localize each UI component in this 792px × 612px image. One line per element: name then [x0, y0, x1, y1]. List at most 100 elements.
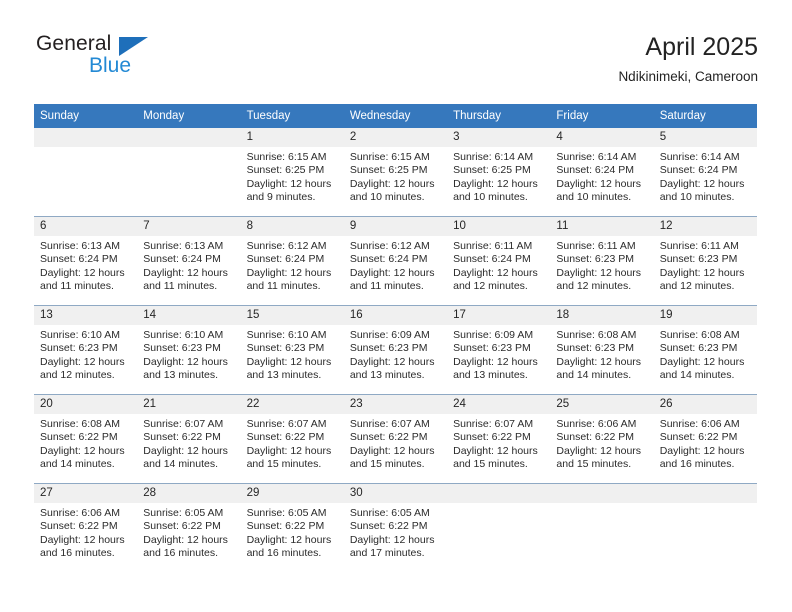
calendar-cell[interactable]: 13 Sunrise: 6:10 AM Sunset: 6:23 PM Dayligh…	[34, 305, 138, 395]
daylight-text-line1: Daylight: 12 hours	[40, 533, 125, 546]
daylight-text-line2: and 14 minutes.	[40, 458, 115, 471]
daylight-text-line1: Daylight: 12 hours	[246, 355, 332, 368]
day-cell: 22 Sunrise: 6:07 AM Sunset: 6:22 PM Dayligh…	[240, 395, 344, 483]
calendar-cell[interactable]	[550, 483, 654, 572]
calendar-cell[interactable]	[137, 128, 241, 217]
day-cell-empty	[34, 128, 138, 216]
calendar-cell[interactable]: 19 Sunrise: 6:08 AM Sunset: 6:23 PM Dayligh…	[653, 305, 757, 395]
calendar-cell[interactable]: 21 Sunrise: 6:07 AM Sunset: 6:22 PM Dayligh…	[137, 394, 241, 484]
sunset-text: Sunset: 6:23 PM	[246, 342, 325, 355]
sunrise-text: Sunrise: 6:11 AM	[453, 240, 533, 252]
day-number: 2	[343, 128, 448, 147]
sunset-text: Sunset: 6:22 PM	[40, 431, 118, 444]
calendar-cell[interactable]	[447, 483, 551, 572]
day-cell: 26 Sunrise: 6:06 AM Sunset: 6:22 PM Dayligh…	[653, 395, 757, 483]
daylight-text-line1: Daylight: 12 hours	[246, 444, 332, 457]
calendar-cell[interactable]: 24 Sunrise: 6:07 AM Sunset: 6:22 PM Dayligh…	[447, 394, 551, 484]
day-cell: 25 Sunrise: 6:06 AM Sunset: 6:22 PM Dayligh…	[550, 395, 654, 483]
daylight-text-line2: and 11 minutes.	[246, 280, 321, 293]
calendar-cell[interactable]: 16 Sunrise: 6:09 AM Sunset: 6:23 PM Dayligh…	[343, 305, 448, 395]
day-number: 18	[550, 306, 654, 325]
daylight-text-line1: Daylight: 12 hours	[453, 266, 538, 279]
weekday-header-tuesday: Tuesday	[240, 104, 344, 128]
day-cell: 14 Sunrise: 6:10 AM Sunset: 6:23 PM Dayligh…	[137, 306, 241, 394]
calendar-cell[interactable]: 11 Sunrise: 6:11 AM Sunset: 6:23 PM Dayligh…	[550, 216, 654, 306]
daylight-text-line2: and 12 minutes.	[40, 369, 115, 382]
calendar-cell[interactable]: 4 Sunrise: 6:14 AM Sunset: 6:24 PM Daylight…	[550, 128, 654, 217]
sunrise-text: Sunrise: 6:11 AM	[659, 240, 739, 252]
sunrise-text: Sunrise: 6:14 AM	[453, 151, 534, 163]
calendar-cell[interactable]: 8 Sunrise: 6:12 AM Sunset: 6:24 PM Daylight…	[240, 216, 344, 306]
calendar-cell[interactable]: 3 Sunrise: 6:14 AM Sunset: 6:25 PM Daylight…	[447, 128, 551, 217]
generalblue-logo[interactable]: General Blue	[36, 32, 236, 88]
calendar-cell[interactable]: 29 Sunrise: 6:05 AM Sunset: 6:22 PM Dayligh…	[240, 483, 344, 572]
calendar-cell[interactable]	[34, 128, 138, 217]
sunrise-text: Sunrise: 6:07 AM	[453, 418, 534, 430]
calendar-cell[interactable]: 12 Sunrise: 6:11 AM Sunset: 6:23 PM Dayligh…	[653, 216, 757, 306]
calendar-cell[interactable]: 26 Sunrise: 6:06 AM Sunset: 6:22 PM Dayligh…	[653, 394, 757, 484]
daylight-text-line2: and 12 minutes.	[453, 280, 528, 293]
calendar-cell[interactable]: 27 Sunrise: 6:06 AM Sunset: 6:22 PM Dayligh…	[34, 483, 138, 572]
page-title: April 2025	[645, 33, 758, 61]
calendar-cell[interactable]: 25 Sunrise: 6:06 AM Sunset: 6:22 PM Dayligh…	[550, 394, 654, 484]
daylight-text-line1: Daylight: 12 hours	[556, 355, 642, 368]
calendar-cell[interactable]: 30 Sunrise: 6:05 AM Sunset: 6:22 PM Dayligh…	[343, 483, 448, 572]
day-cell: 19 Sunrise: 6:08 AM Sunset: 6:23 PM Dayligh…	[653, 306, 757, 394]
sunset-text: Sunset: 6:22 PM	[143, 520, 221, 533]
day-cell: 21 Sunrise: 6:07 AM Sunset: 6:22 PM Dayligh…	[137, 395, 241, 483]
calendar-cell[interactable]: 6 Sunrise: 6:13 AM Sunset: 6:24 PM Daylight…	[34, 216, 138, 306]
sunset-text: Sunset: 6:24 PM	[453, 253, 531, 266]
calendar-cell[interactable]: 17 Sunrise: 6:09 AM Sunset: 6:23 PM Dayligh…	[447, 305, 551, 395]
day-cell: 8 Sunrise: 6:12 AM Sunset: 6:24 PM Daylight…	[240, 217, 344, 305]
sunrise-text: Sunrise: 6:06 AM	[556, 418, 637, 430]
sunrise-text: Sunrise: 6:13 AM	[143, 240, 224, 252]
daylight-text-line2: and 9 minutes.	[246, 191, 316, 204]
daylight-text-line1: Daylight: 12 hours	[40, 355, 125, 368]
sunrise-text: Sunrise: 6:15 AM	[246, 151, 327, 163]
calendar-cell[interactable]: 23 Sunrise: 6:07 AM Sunset: 6:22 PM Dayligh…	[343, 394, 448, 484]
day-sun-info: Sunrise: 6:13 AM Sunset: 6:24 PM Daylight:…	[137, 236, 240, 294]
daylight-text-line2: and 16 minutes.	[143, 547, 218, 560]
day-cell: 20 Sunrise: 6:08 AM Sunset: 6:22 PM Dayligh…	[34, 395, 138, 483]
sunset-text: Sunset: 6:22 PM	[246, 520, 325, 533]
day-sun-info: Sunrise: 6:10 AM Sunset: 6:23 PM Daylight:…	[137, 325, 240, 383]
sunrise-text: Sunrise: 6:15 AM	[349, 151, 430, 163]
sunset-text: Sunset: 6:22 PM	[143, 431, 221, 444]
day-sun-info: Sunrise: 6:11 AM Sunset: 6:23 PM Daylight:…	[550, 236, 653, 294]
daylight-text-line2: and 16 minutes.	[659, 458, 735, 471]
sunrise-text: Sunrise: 6:12 AM	[246, 240, 327, 252]
page-subtitle: Ndikinimeki, Cameroon	[618, 69, 758, 84]
calendar-cell[interactable]: 2 Sunrise: 6:15 AM Sunset: 6:25 PM Daylight…	[343, 128, 448, 217]
calendar-cell[interactable]: 1 Sunrise: 6:15 AM Sunset: 6:25 PM Daylight…	[240, 128, 344, 217]
calendar-cell[interactable]: 14 Sunrise: 6:10 AM Sunset: 6:23 PM Dayligh…	[137, 305, 241, 395]
sunset-text: Sunset: 6:24 PM	[40, 253, 118, 266]
day-sun-info: Sunrise: 6:10 AM Sunset: 6:23 PM Daylight:…	[241, 325, 344, 383]
calendar-cell[interactable]: 22 Sunrise: 6:07 AM Sunset: 6:22 PM Dayligh…	[240, 394, 344, 484]
calendar-cell[interactable]: 9 Sunrise: 6:12 AM Sunset: 6:24 PM Daylight…	[343, 216, 448, 306]
calendar-week-row: 13 Sunrise: 6:10 AM Sunset: 6:23 PM Dayligh…	[34, 305, 757, 395]
day-cell: 30 Sunrise: 6:05 AM Sunset: 6:22 PM Dayligh…	[343, 484, 448, 572]
sunrise-text: Sunrise: 6:08 AM	[556, 329, 637, 341]
calendar-cell[interactable]: 20 Sunrise: 6:08 AM Sunset: 6:22 PM Dayligh…	[34, 394, 138, 484]
sunrise-text: Sunrise: 6:07 AM	[143, 418, 224, 430]
calendar-cell[interactable]: 7 Sunrise: 6:13 AM Sunset: 6:24 PM Daylight…	[137, 216, 241, 306]
daylight-text-line2: and 14 minutes.	[659, 369, 735, 382]
day-sun-info: Sunrise: 6:15 AM Sunset: 6:25 PM Daylight:…	[344, 147, 447, 205]
day-sun-info: Sunrise: 6:11 AM Sunset: 6:23 PM Daylight:…	[654, 236, 757, 294]
day-sun-info: Sunrise: 6:05 AM Sunset: 6:22 PM Daylight:…	[137, 503, 240, 561]
calendar-cell[interactable]: 28 Sunrise: 6:05 AM Sunset: 6:22 PM Dayligh…	[137, 483, 241, 572]
day-number: 9	[343, 217, 448, 236]
sunrise-text: Sunrise: 6:09 AM	[453, 329, 534, 341]
calendar-cell[interactable]: 10 Sunrise: 6:11 AM Sunset: 6:24 PM Dayligh…	[447, 216, 551, 306]
calendar-cell[interactable]	[653, 483, 757, 572]
calendar-cell[interactable]: 15 Sunrise: 6:10 AM Sunset: 6:23 PM Dayligh…	[240, 305, 344, 395]
day-cell: 7 Sunrise: 6:13 AM Sunset: 6:24 PM Daylight…	[137, 217, 241, 305]
day-cell: 9 Sunrise: 6:12 AM Sunset: 6:24 PM Daylight…	[343, 217, 448, 305]
calendar-cell[interactable]: 5 Sunrise: 6:14 AM Sunset: 6:24 PM Daylight…	[653, 128, 757, 217]
day-number: 6	[34, 217, 138, 236]
day-number	[447, 484, 551, 503]
day-cell: 11 Sunrise: 6:11 AM Sunset: 6:23 PM Dayligh…	[550, 217, 654, 305]
calendar-week-row: 27 Sunrise: 6:06 AM Sunset: 6:22 PM Dayligh…	[34, 483, 757, 572]
calendar-cell[interactable]: 18 Sunrise: 6:08 AM Sunset: 6:23 PM Dayligh…	[550, 305, 654, 395]
daylight-text-line1: Daylight: 12 hours	[659, 177, 745, 190]
